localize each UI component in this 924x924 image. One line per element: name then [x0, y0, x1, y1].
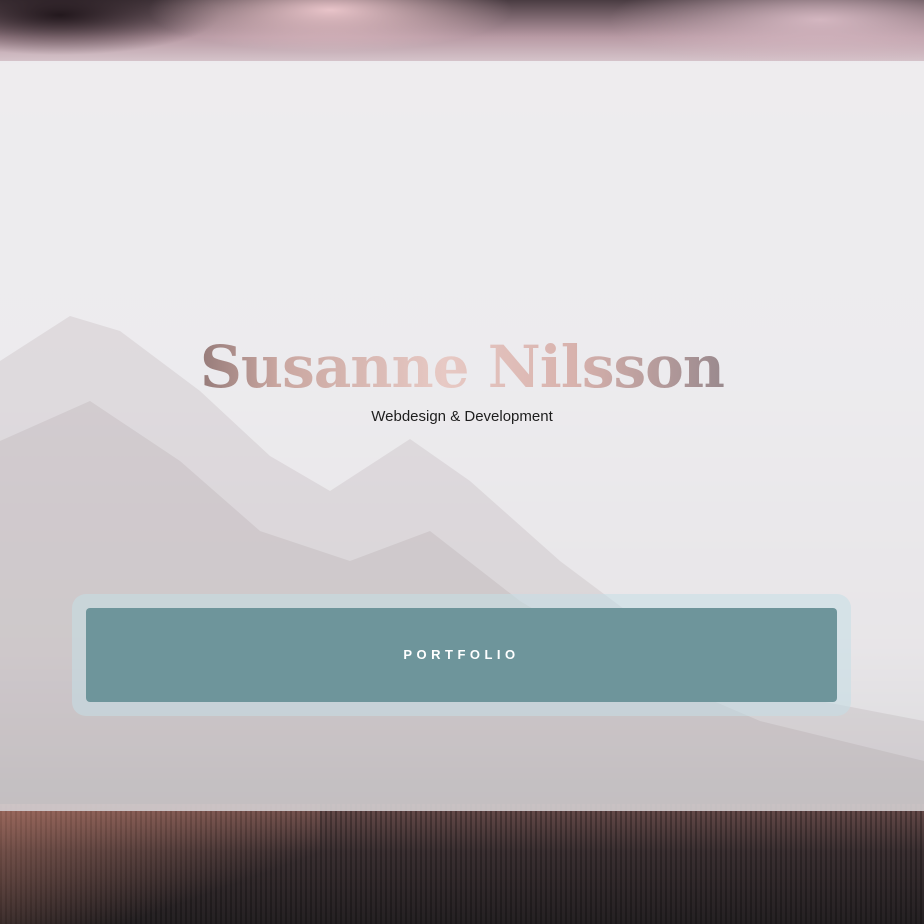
page-subtitle: Webdesign & Development	[371, 408, 553, 425]
page-title: Susanne Nilsson	[0, 329, 924, 405]
background-forest	[0, 804, 924, 924]
hero-panel: Susanne Nilsson Webdesign & Development …	[0, 61, 924, 811]
page: Susanne Nilsson Webdesign & Development …	[0, 0, 924, 924]
portfolio-button[interactable]: PORTFOLIO	[86, 608, 837, 702]
